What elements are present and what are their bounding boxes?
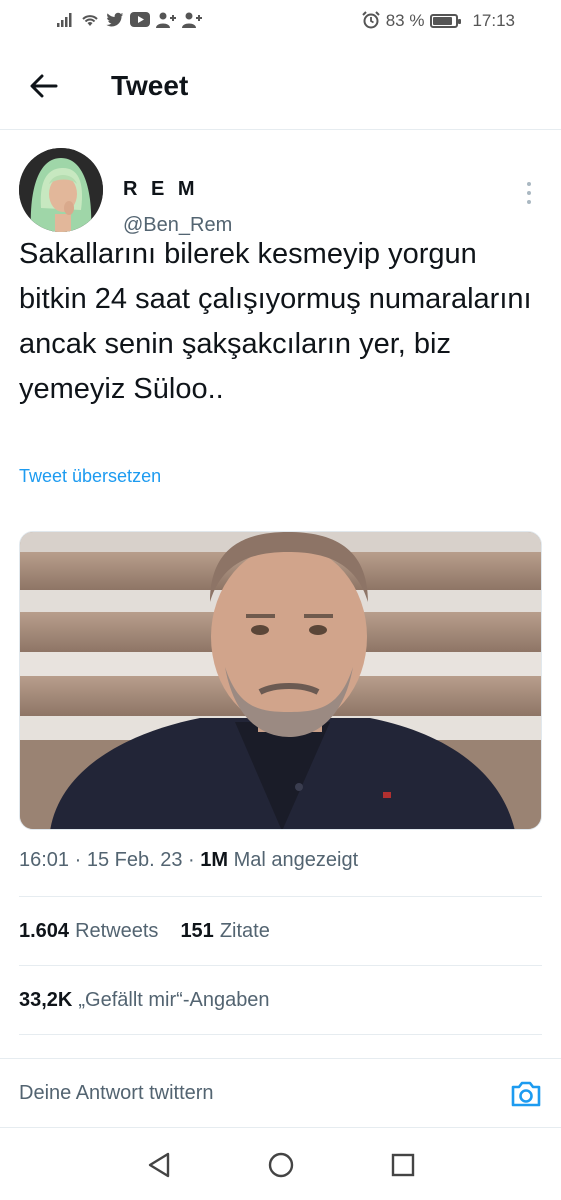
- quotes-count: 151: [180, 920, 214, 942]
- wifi-icon: [80, 12, 100, 31]
- more-dot: [527, 191, 531, 195]
- battery-percent: 83 %: [385, 11, 425, 30]
- youtube-icon: [130, 12, 150, 30]
- retweets-label: Retweets: [75, 920, 159, 942]
- retweets-stat[interactable]: 1.604 Retweets: [19, 920, 158, 943]
- views-label: Mal angezeigt: [233, 849, 359, 871]
- author-name[interactable]: R E M: [123, 178, 199, 201]
- tweet-media-image[interactable]: [19, 531, 542, 830]
- views-count: 1M: [200, 849, 229, 871]
- author-row: R E M @Ben_Rem: [19, 148, 541, 236]
- avatar[interactable]: [19, 148, 103, 232]
- status-bar: 83 % 17:13: [0, 0, 561, 42]
- home-circle-icon: [268, 1152, 293, 1178]
- reply-input[interactable]: Deine Antwort twittern: [19, 1082, 214, 1105]
- header: Tweet: [0, 42, 561, 130]
- system-nav-bar: [0, 1130, 561, 1200]
- nav-recents-button[interactable]: [388, 1150, 418, 1180]
- recents-square-icon: [391, 1153, 414, 1177]
- status-time: 17:13: [472, 11, 515, 30]
- quotes-stat[interactable]: 151 Zitate: [180, 920, 269, 943]
- user-add-icon: [156, 12, 176, 31]
- more-options-button[interactable]: [517, 178, 541, 208]
- likes-count: 33,2K: [19, 989, 73, 1011]
- sim-signal-icon: [56, 12, 74, 31]
- divider: [0, 1127, 561, 1128]
- user-add-icon: [182, 12, 202, 31]
- tweet-text: Sakallarını bilerek kesmeyip yorgun bitk…: [19, 238, 532, 405]
- quotes-label: Zitate: [219, 920, 270, 942]
- reply-bar: Deine Antwort twittern: [0, 1058, 561, 1128]
- status-bar-left: [56, 12, 202, 31]
- twitter-icon: [106, 12, 124, 31]
- more-dot: [527, 200, 531, 204]
- avatar-image: [19, 148, 103, 232]
- page-title: Tweet: [111, 69, 189, 101]
- media-photo: [20, 532, 541, 829]
- divider: [19, 896, 542, 897]
- arrow-left-icon: [30, 74, 58, 97]
- like-stats: 33,2K „Gefällt mir“-Angaben: [19, 989, 270, 1012]
- tweet-meta: 16:01 · 15 Feb. 23 · 1M Mal angezeigt: [19, 849, 358, 872]
- back-triangle-icon: [148, 1152, 169, 1178]
- translate-link[interactable]: Tweet übersetzen: [19, 466, 161, 487]
- nav-home-button[interactable]: [266, 1150, 296, 1180]
- back-button[interactable]: [19, 61, 69, 111]
- alarm-icon: [361, 10, 380, 32]
- divider: [19, 965, 542, 966]
- likes-stat[interactable]: 33,2K „Gefällt mir“-Angaben: [19, 989, 270, 1012]
- tweet-time: 16:01: [19, 849, 70, 871]
- meta-separator: ·: [188, 849, 201, 871]
- divider: [19, 1034, 542, 1035]
- nav-back-button[interactable]: [144, 1150, 174, 1180]
- likes-label: „Gefällt mir“-Angaben: [78, 989, 270, 1011]
- camera-button[interactable]: [510, 1078, 542, 1110]
- status-bar-right: 83 % 17:13: [361, 10, 515, 32]
- camera-icon: [511, 1081, 541, 1106]
- tweet-date: 15 Feb. 23: [86, 849, 183, 871]
- battery-level: [433, 17, 452, 25]
- battery-icon: [430, 14, 462, 28]
- retweet-stats: 1.604 Retweets 151 Zitate: [19, 920, 270, 943]
- more-dot: [527, 182, 531, 186]
- meta-separator: ·: [74, 849, 87, 871]
- retweets-count: 1.604: [19, 920, 70, 942]
